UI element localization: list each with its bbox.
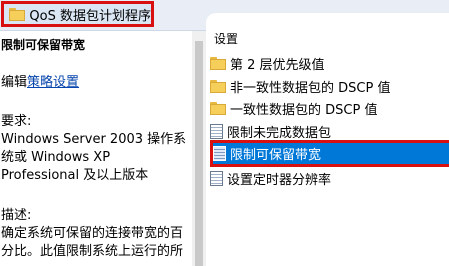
- policy-setting-icon: [213, 146, 226, 161]
- column-header-setting[interactable]: 设置: [214, 30, 238, 47]
- description-label: 描述:: [1, 208, 32, 223]
- requirements-label: 要求:: [1, 114, 32, 129]
- list-item[interactable]: 一致性数据包的 DSCP 值: [210, 98, 449, 118]
- folder-icon: [9, 7, 26, 21]
- list-item[interactable]: 设置定时器分辨率: [210, 168, 449, 188]
- requirements-line: Professional 及以上版本: [1, 168, 149, 183]
- description-line: 确定系统可保留的连接带宽的百: [1, 226, 184, 241]
- list-item-label: 第 2 层优先级值: [230, 57, 325, 73]
- policy-setting-icon: [210, 123, 223, 139]
- folder-icon: [210, 79, 226, 93]
- list-item-label: 限制未完成数据包: [227, 125, 332, 141]
- list-item[interactable]: 非一致性数据包的 DSCP 值: [210, 76, 449, 96]
- window-title: QoS 数据包计划程序: [29, 8, 151, 24]
- requirements-section: 要求: Windows Server 2003 操作系 统或 Windows X…: [1, 113, 191, 185]
- list-item[interactable]: 第 2 层优先级值: [210, 53, 449, 73]
- requirements-line: 统或 Windows XP: [1, 150, 111, 165]
- folder-icon: [210, 101, 226, 115]
- list-item-label: 非一致性数据包的 DSCP 值: [230, 80, 391, 96]
- window-title-tab: QoS 数据包计划程序: [1, 1, 154, 27]
- list-item-label: 限制可保留带宽: [230, 148, 322, 163]
- list-item-label: 设置定时器分辨率: [227, 172, 332, 188]
- policy-settings-link[interactable]: 策略设置: [27, 75, 79, 90]
- description-section: 描述: 确定系统可保留的连接带宽的百 分比。此值限制系统上运行的所: [1, 207, 191, 261]
- settings-list-pane: 设置 第 2 层优先级值 非一致性数据包的 DSCP 值 一致性数据包的 DSC…: [206, 13, 449, 266]
- edit-prefix: 编辑: [1, 75, 28, 90]
- setting-heading: 限制可保留带宽: [1, 38, 86, 52]
- list-item-selected[interactable]: 限制可保留带宽: [210, 140, 449, 167]
- scrollbar-thumb[interactable]: [195, 41, 203, 266]
- list-item[interactable]: 限制未完成数据包: [210, 121, 449, 141]
- folder-icon: [210, 56, 226, 70]
- list-item-label: 一致性数据包的 DSCP 值: [230, 102, 378, 118]
- policy-setting-icon: [210, 170, 223, 186]
- edit-policy-line: 编辑策略设置: [1, 74, 79, 92]
- description-line: 分比。此值限制系统上运行的所: [1, 244, 184, 259]
- group-policy-window: QoS 数据包计划程序 限制可保留带宽 编辑策略设置 要求: Windows S…: [0, 0, 449, 266]
- description-scrollbar[interactable]: [192, 31, 206, 266]
- requirements-line: Windows Server 2003 操作系: [1, 132, 187, 147]
- description-pane: 限制可保留带宽 编辑策略设置 要求: Windows Server 2003 操…: [0, 31, 192, 266]
